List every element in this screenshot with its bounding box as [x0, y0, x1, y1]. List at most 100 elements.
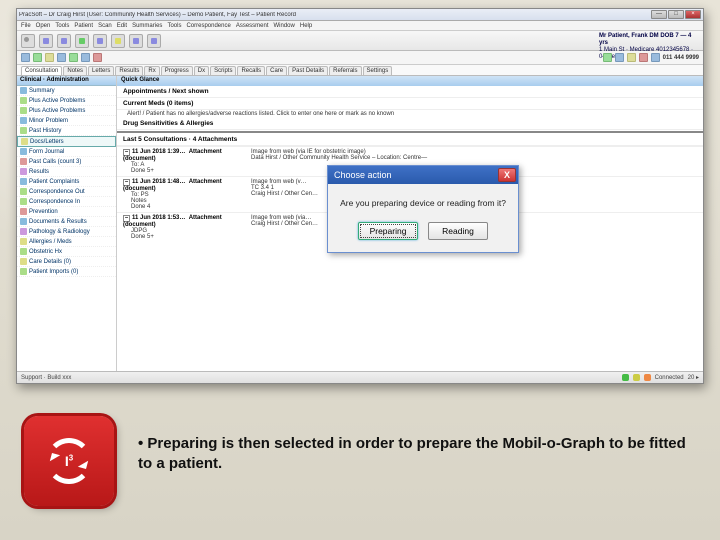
tab-results[interactable]: Results — [115, 66, 143, 75]
sm-icon[interactable] — [627, 53, 636, 62]
expand-icon[interactable]: – — [123, 149, 130, 156]
sm-icon[interactable] — [81, 53, 90, 62]
doc-date: 11 Jun 2018 1:39… — [132, 149, 185, 155]
sidebar-item-docs-letters[interactable]: Docs/Letters — [17, 136, 116, 147]
menu-item[interactable]: Tools — [55, 23, 69, 29]
sidebar-item-form-journal[interactable]: Form Journal — [17, 147, 116, 157]
tab-rx[interactable]: Rx — [144, 66, 159, 75]
logo-text: I3 — [65, 453, 73, 469]
open-icon[interactable] — [39, 34, 53, 48]
patient-name: Mr Patient, Frank DM DOB 7 — 4 yrs — [599, 33, 699, 47]
sidebar-item-past-history[interactable]: Past History — [17, 126, 116, 136]
menu-item[interactable]: Window — [274, 23, 295, 29]
tab-letters[interactable]: Letters — [88, 66, 114, 75]
tab-referrals[interactable]: Referrals — [329, 66, 361, 75]
tab-dx[interactable]: Dx — [194, 66, 209, 75]
sidebar-item-path-rad[interactable]: Pathology & Radiology — [17, 227, 116, 237]
preparing-button[interactable]: Preparing — [358, 222, 418, 240]
tab-progress[interactable]: Progress — [161, 66, 193, 75]
menu-item[interactable]: Correspondence — [186, 23, 230, 29]
status-left: Support · Build xxx — [21, 375, 71, 381]
divider — [117, 131, 703, 133]
doc-detail: Data Hirst / Other Community Health Serv… — [251, 155, 697, 161]
menu-item[interactable]: Edit — [117, 23, 127, 29]
sidebar-item-obstetric[interactable]: Obstetric Hx — [17, 247, 116, 257]
sidebar-item-label: Plus Active Problems — [29, 108, 85, 114]
sm-icon[interactable] — [21, 53, 30, 62]
statusbar: Support · Build xxx Connected 20 ▸ — [17, 371, 703, 383]
menu-item[interactable]: Scan — [98, 23, 112, 29]
reading-button[interactable]: Reading — [428, 222, 488, 240]
sm-icon[interactable] — [93, 53, 102, 62]
maximize-button[interactable]: □ — [668, 10, 684, 19]
sm-icon[interactable] — [639, 53, 648, 62]
sidebar-item-prevention[interactable]: Prevention — [17, 207, 116, 217]
tab-settings[interactable]: Settings — [363, 66, 393, 75]
sidebar-item-label: Prevention — [29, 209, 58, 215]
search-icon[interactable] — [21, 34, 35, 48]
tab-scripts[interactable]: Scripts — [210, 66, 236, 75]
current-meds-row: Current Meds (0 items) — [117, 98, 703, 110]
status-text: 20 ▸ — [688, 374, 699, 381]
close-button[interactable]: × — [685, 10, 701, 19]
sidebar-item-active-problems[interactable]: Plus Active Problems — [17, 96, 116, 106]
sm-icon[interactable] — [45, 53, 54, 62]
sidebar-item-label: Patient Complaints — [29, 179, 79, 185]
minimize-button[interactable]: — — [651, 10, 667, 19]
titlebar: PracSoft – Dr Craig Hirst (User: Communi… — [17, 9, 703, 21]
menu-item[interactable]: Help — [300, 23, 312, 29]
menu-item[interactable]: Assessment — [236, 23, 269, 29]
rx-icon[interactable] — [111, 34, 125, 48]
status-dot-icon — [644, 374, 651, 381]
dialog-message: Are you preparing device or reading from… — [336, 198, 510, 208]
print-icon[interactable] — [147, 34, 161, 48]
sidebar-item-label: Minor Problem — [29, 118, 68, 124]
dialog-body: Are you preparing device or reading from… — [328, 184, 518, 252]
status-text: Connected — [655, 375, 684, 381]
patient-icon[interactable] — [57, 34, 71, 48]
sidebar-item-allergies[interactable]: Allergies / Meds — [17, 237, 116, 247]
sidebar-item-label: Pathology & Radiology — [29, 229, 90, 235]
sidebar-item-complaints[interactable]: Patient Complaints — [17, 177, 116, 187]
sidebar-item-corr-in[interactable]: Correspondence In — [17, 197, 116, 207]
menu-item[interactable]: Patient — [74, 23, 93, 29]
sm-icon[interactable] — [69, 53, 78, 62]
sidebar-item-minor[interactable]: Minor Problem — [17, 116, 116, 126]
sidebar-item-label: Past Calls (count 3) — [29, 159, 81, 165]
sidebar-item-label: Documents & Results — [29, 219, 87, 225]
tab-care[interactable]: Care — [266, 66, 287, 75]
sm-icon[interactable] — [57, 53, 66, 62]
sm-icon[interactable] — [603, 53, 612, 62]
dialog-close-button[interactable]: X — [498, 168, 516, 182]
menu-item[interactable]: File — [21, 23, 31, 29]
menu-item[interactable]: Tools — [167, 23, 181, 29]
tab-notes[interactable]: Notes — [63, 66, 87, 75]
expand-icon[interactable]: – — [123, 215, 130, 222]
sidebar-item-past-calls[interactable]: Past Calls (count 3) — [17, 157, 116, 167]
progress-icon[interactable] — [129, 34, 143, 48]
sidebar-item-results[interactable]: Results — [17, 167, 116, 177]
results-icon[interactable] — [75, 34, 89, 48]
sm-icon[interactable] — [615, 53, 624, 62]
menu-item[interactable]: Summaries — [132, 23, 162, 29]
status-dot-icon — [633, 374, 640, 381]
menu-item[interactable]: Open — [36, 23, 51, 29]
letters-icon[interactable] — [93, 34, 107, 48]
expand-icon[interactable]: – — [123, 179, 130, 186]
sidebar-item-corr-out[interactable]: Correspondence Out — [17, 187, 116, 197]
sidebar-item-care-details[interactable]: Care Details (0) — [17, 257, 116, 267]
sidebar-item-label: Results — [29, 169, 49, 175]
sidebar-item-label: Correspondence Out — [29, 189, 85, 195]
sidebar-item-label: Docs/Letters — [30, 139, 64, 145]
slide-bullet-text: • Preparing is then selected in order to… — [138, 434, 694, 474]
sidebar-item-patient-imports[interactable]: Patient Imports (0) — [17, 267, 116, 277]
tab-recalls[interactable]: Recalls — [237, 66, 265, 75]
sidebar-item-active-problems-2[interactable]: Plus Active Problems — [17, 106, 116, 116]
sm-icon[interactable] — [33, 53, 42, 62]
sidebar-item-documents-results[interactable]: Documents & Results — [17, 217, 116, 227]
tab-consultation[interactable]: Consultation — [21, 66, 62, 75]
sm-icon[interactable] — [651, 53, 660, 62]
tab-pastdetails[interactable]: Past Details — [288, 66, 328, 75]
sidebar-item-label: Obstetric Hx — [29, 249, 62, 255]
sidebar-item-summary[interactable]: Summary — [17, 86, 116, 96]
